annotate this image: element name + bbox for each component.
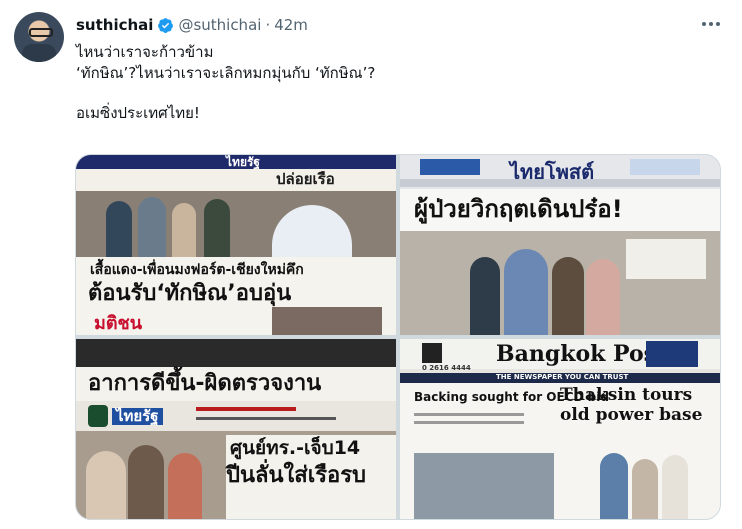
photo-newspaper-thaipost[interactable]: ไทยโพสต์ ผู้ป่วยวิกฤตเดินปร๋อ!	[400, 155, 720, 335]
author-name[interactable]: suthichai	[76, 16, 153, 34]
separator-dot: ·	[265, 16, 271, 34]
timestamp[interactable]: 42m	[274, 16, 308, 34]
tweet-line: อเมซิ่งประเทศไทย!	[76, 104, 200, 122]
avatar-glasses	[29, 28, 53, 37]
avatar[interactable]	[14, 12, 64, 62]
tweet-line: ‘ทักษิณ’?ไหนว่าเราจะเลิกหมกมุ่นกับ ‘ทักษ…	[76, 64, 376, 82]
headline-area: อาการดีขึ้น-ผิดตรวจงาน	[76, 367, 396, 401]
author-handle[interactable]: @suthichai	[178, 16, 261, 34]
tweet-header: suthichai @suthichai · 42m	[76, 14, 308, 36]
dark-band	[76, 339, 396, 367]
headline: ผู้ป่วยวิกฤตเดินปร๋อ!	[414, 195, 623, 223]
headline-area: ผู้ป่วยวิกฤตเดินปร๋อ!	[400, 189, 720, 231]
headline-2: old power base	[560, 405, 703, 425]
photo-crowd	[76, 191, 396, 257]
tweet-line: ไหนว่าเราจะก้าวข้าม	[76, 43, 214, 61]
top-headline-band: ปล่อยเรือ	[76, 169, 396, 191]
photo-crowd	[400, 231, 720, 335]
tagline: THE NEWSPAPER YOU CAN TRUST	[496, 373, 629, 381]
headline-2: ศูนย์ทร.-เจ็บ14	[230, 437, 361, 459]
masthead-text: ไทยรัฐ	[226, 155, 261, 169]
avatar-shirt	[22, 44, 56, 62]
headline-1: อาการดีขึ้น-ผิดตรวจงาน	[88, 371, 322, 396]
tagline-bar: THE NEWSPAPER YOU CAN TRUST	[400, 373, 720, 383]
top-headline: ปล่อยเรือ	[276, 170, 335, 188]
headline-1: เสื้อแดง-เพื่อนมงฟอร์ต-เชียงใหม่คึก	[90, 262, 304, 278]
photo-newspaper-bangkokpost[interactable]: Bangkok Post 0 2616 4444 THE NEWSPAPER Y…	[400, 339, 720, 519]
masthead-bar: Bangkok Post 0 2616 4444	[400, 339, 720, 372]
masthead-band: ไทยรัฐ	[76, 401, 396, 431]
more-options-icon[interactable]	[700, 14, 722, 34]
masthead-text: ไทยรัฐ	[112, 408, 163, 425]
headline-area: เสื้อแดง-เพื่อนมงฟอร์ต-เชียงใหม่คึก ต้อน…	[76, 257, 396, 335]
footer-masthead: มติชน	[94, 313, 143, 334]
front-page: Backing sought for OECD bid Thaksin tour…	[400, 383, 720, 519]
tweet-text: ไหนว่าเราจะก้าวข้าม ‘ทักษิณ’?ไหนว่าเราจะ…	[76, 42, 375, 124]
tweet: suthichai @suthichai · 42m ไหนว่าเราจะก้…	[0, 0, 742, 529]
masthead-bar: ไทยรัฐ	[76, 155, 396, 169]
verified-badge-icon	[158, 17, 174, 33]
photo-newspaper-thairath[interactable]: ไทยรัฐ ปล่อยเรือ เสื้อแดง-เพื่อนมงฟอร์ต-…	[76, 155, 396, 335]
headline-1: Thaksin tours	[560, 385, 693, 405]
media-grid: ไทยรัฐ ปล่อยเรือ เสื้อแดง-เพื่อนมงฟอร์ต-…	[75, 154, 721, 520]
phone-number: 0 2616 4444	[422, 364, 471, 372]
headline-3: ปีนลั่นใส่เรือรบ	[226, 463, 367, 488]
photo-newspaper-thairath-2[interactable]: อาการดีขึ้น-ผิดตรวจงาน ไทยรัฐ ศูนย์ทร.-เ…	[76, 339, 396, 519]
masthead-bar: ไทยโพสต์	[400, 155, 720, 184]
headline-2: ต้อนรับ‘ทักษิณ’อบอุ่น	[88, 281, 292, 306]
masthead-text: Bangkok Post	[496, 341, 667, 367]
